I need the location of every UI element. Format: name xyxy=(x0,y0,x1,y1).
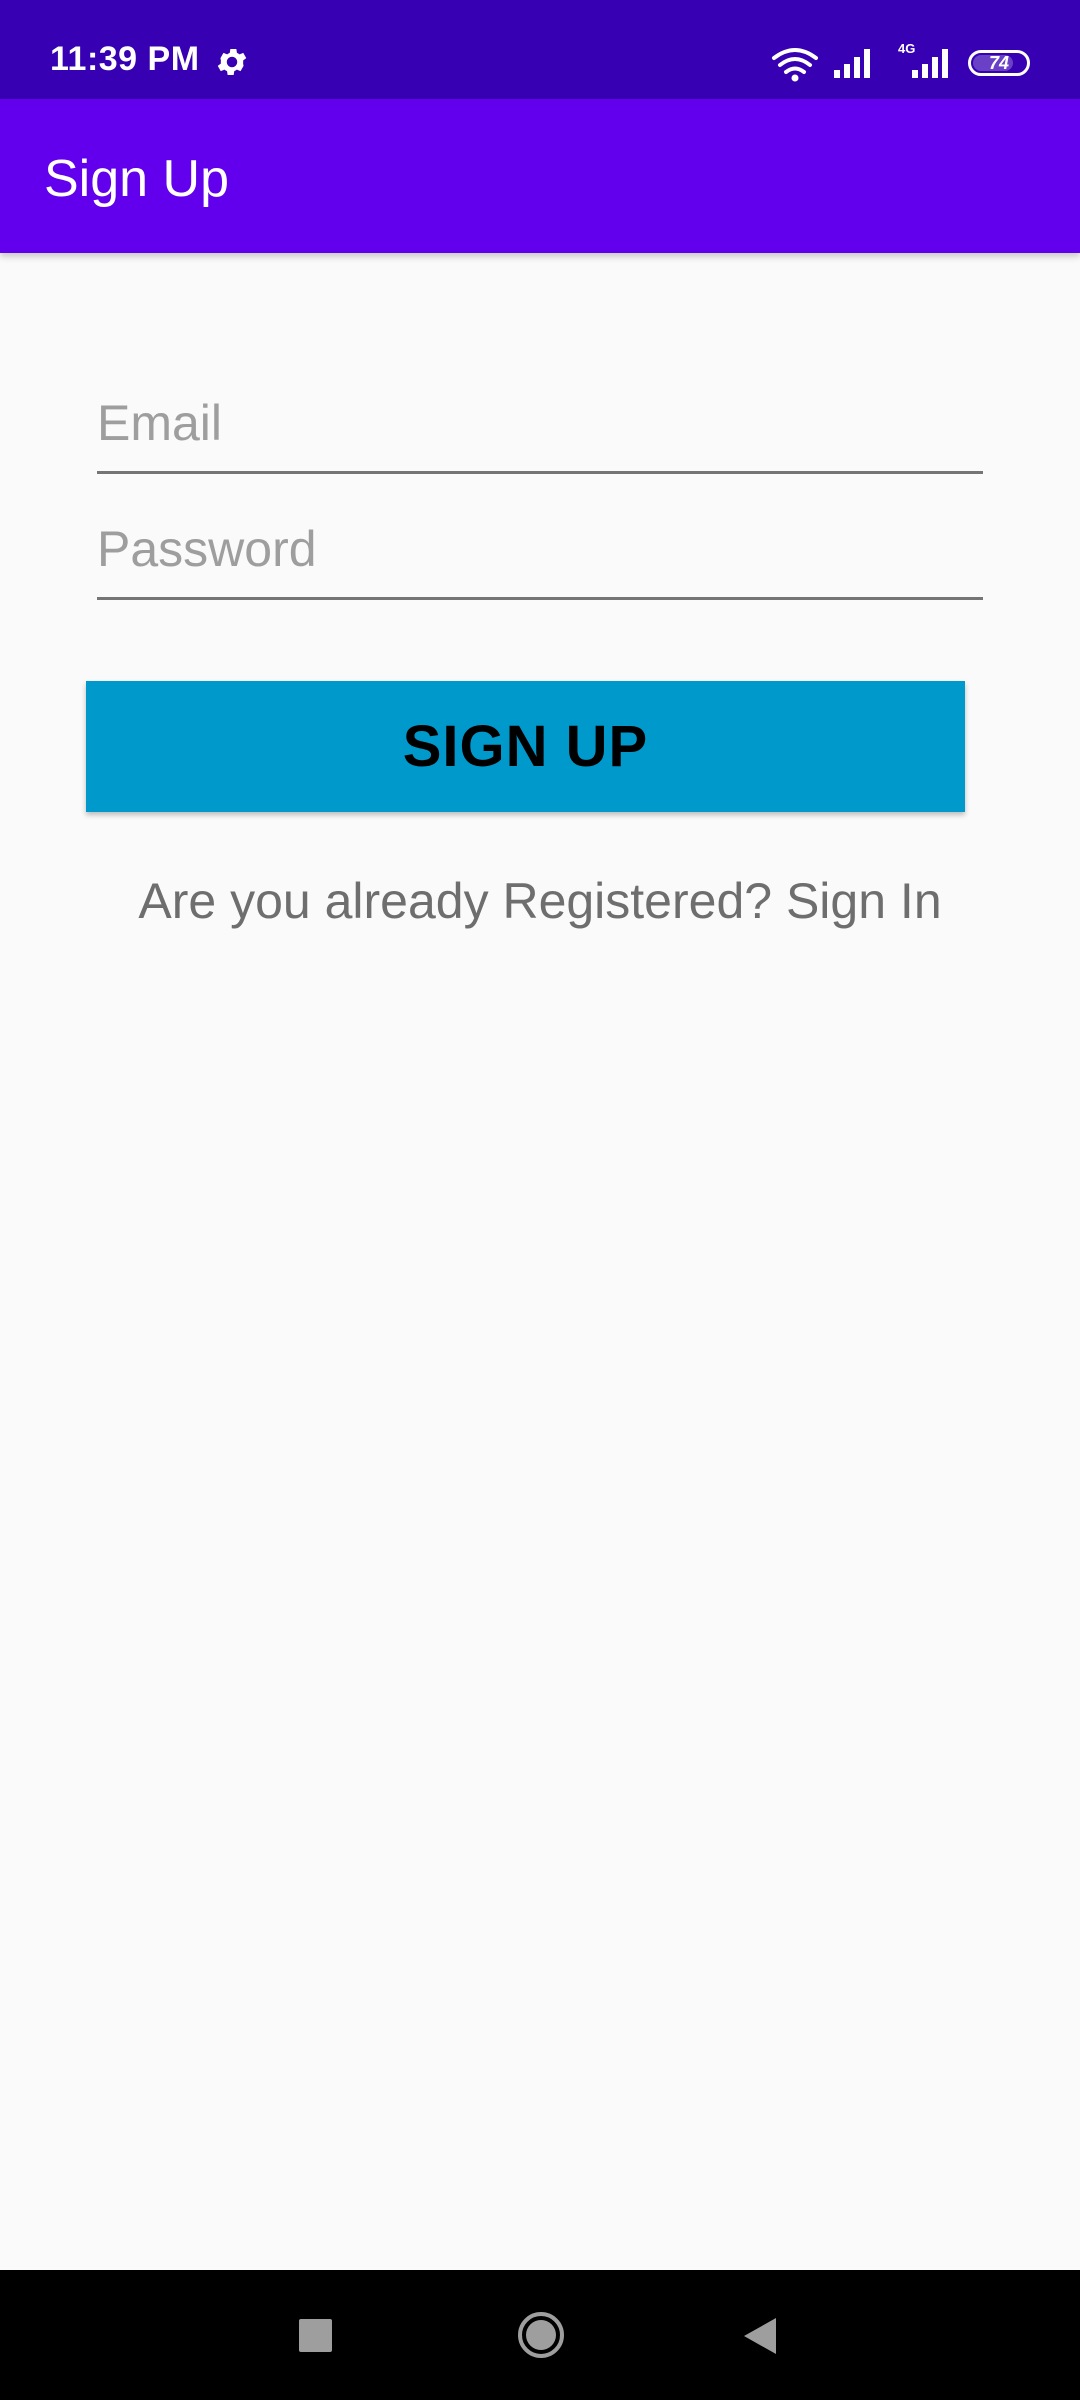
back-icon[interactable] xyxy=(742,2316,778,2356)
signin-link[interactable]: Are you already Registered? Sign In xyxy=(0,872,1080,930)
battery-level: 74 xyxy=(988,52,1010,73)
signal-4g-icon xyxy=(912,49,948,78)
signup-button[interactable]: SIGN UP xyxy=(86,681,965,812)
battery-icon: 74 xyxy=(968,50,1030,76)
wifi-icon xyxy=(772,48,818,82)
password-field[interactable] xyxy=(97,500,983,600)
navigation-bar xyxy=(0,2270,1080,2400)
home-icon[interactable] xyxy=(517,2311,565,2359)
email-field[interactable] xyxy=(97,374,983,474)
recent-apps-icon[interactable] xyxy=(299,2319,332,2352)
status-time: 11:39 PM xyxy=(50,40,200,78)
status-bar: 11:39 PM 4G 74 xyxy=(0,0,1080,99)
gear-icon xyxy=(217,48,247,76)
signal-icon xyxy=(834,49,870,78)
page-title: Sign Up xyxy=(44,150,229,208)
app-bar: Sign Up xyxy=(0,99,1080,253)
